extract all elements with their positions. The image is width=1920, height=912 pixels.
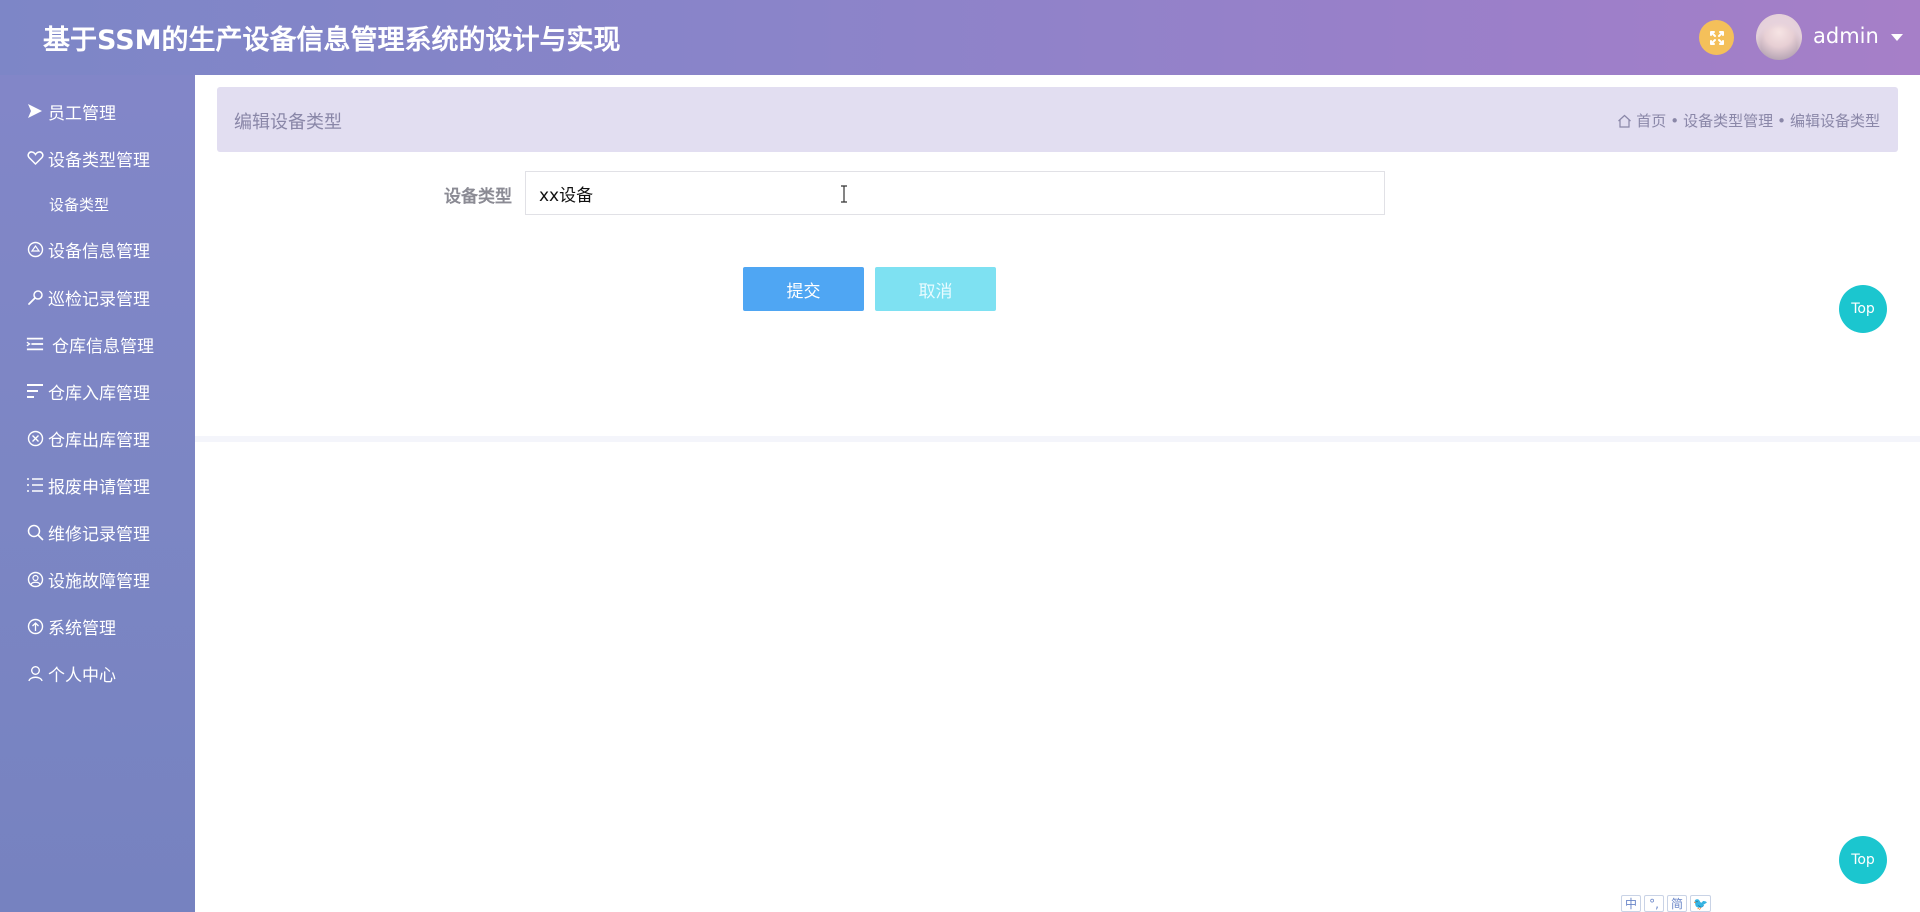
sidebar-item-label: 仓库入库管理 xyxy=(48,383,150,404)
page-title: 编辑设备类型 xyxy=(234,112,342,133)
search-icon xyxy=(26,523,44,541)
back-to-top-button[interactable]: Top xyxy=(1839,285,1887,333)
sidebar-item-label: 个人中心 xyxy=(48,665,116,686)
ime-toolbar: 中 °, 简 🐦 xyxy=(1621,895,1711,912)
user-circle-icon xyxy=(26,570,44,588)
sidebar-item-label: 系统管理 xyxy=(48,618,116,639)
heart-icon xyxy=(26,149,44,167)
device-type-input[interactable] xyxy=(525,171,1385,215)
sidebar-item-profile[interactable]: 个人中心 xyxy=(0,653,195,693)
submenu-item-device-type[interactable]: 设备类型 xyxy=(49,194,109,215)
caret-down-icon[interactable] xyxy=(1891,34,1903,41)
sidebar-item-label: 设备信息管理 xyxy=(48,241,150,262)
ime-punctuation-toggle[interactable]: °, xyxy=(1644,895,1664,912)
sidebar-item-label: 员工管理 xyxy=(48,103,116,124)
sidebar-item-warehouse-in[interactable]: 仓库入库管理 xyxy=(0,371,195,411)
user-icon xyxy=(26,664,44,682)
breadcrumb-separator: • xyxy=(1670,111,1680,130)
main-content: 编辑设备类型 首页 • 设备类型管理 • 编辑设备类型 设备类型 提交 取消 T… xyxy=(195,75,1920,912)
username[interactable]: admin xyxy=(1813,24,1879,48)
badge-icon xyxy=(26,240,44,258)
sidebar-item-device-info[interactable]: 设备信息管理 xyxy=(0,229,195,269)
breadcrumb-separator: • xyxy=(1777,111,1786,130)
arrow-up-circle-icon xyxy=(26,617,44,635)
sidebar-item-label: 设备类型管理 xyxy=(48,150,150,171)
home-icon xyxy=(1618,114,1632,128)
sidebar-item-scrap[interactable]: 报废申请管理 xyxy=(0,465,195,505)
ime-lang-toggle[interactable]: 中 xyxy=(1621,895,1641,912)
sidebar-item-system[interactable]: 系统管理 xyxy=(0,606,195,646)
text-cursor-icon xyxy=(841,185,847,203)
sidebar-item-repair[interactable]: 维修记录管理 xyxy=(0,512,195,552)
app-title: 基于SSM的生产设备信息管理系统的设计与实现 xyxy=(43,25,621,56)
sidebar-item-warehouse-out[interactable]: 仓库出库管理 xyxy=(0,418,195,458)
ime-simplified-toggle[interactable]: 简 xyxy=(1667,895,1687,912)
indent-icon xyxy=(26,335,44,353)
fullscreen-button[interactable] xyxy=(1699,20,1734,55)
sidebar-item-label: 报废申请管理 xyxy=(48,477,150,498)
send-icon xyxy=(26,102,44,120)
circle-close-icon xyxy=(26,429,44,447)
ime-skin-icon[interactable]: 🐦 xyxy=(1690,895,1711,912)
breadcrumb-home[interactable]: 首页 xyxy=(1636,110,1666,131)
cancel-button[interactable]: 取消 xyxy=(875,267,996,311)
sidebar-item-label: 维修记录管理 xyxy=(48,524,150,545)
sidebar-item-fault[interactable]: 设施故障管理 xyxy=(0,559,195,599)
breadcrumb-current: 编辑设备类型 xyxy=(1789,112,1880,130)
top-header: 基于SSM的生产设备信息管理系统的设计与实现 admin xyxy=(0,0,1920,75)
avatar[interactable] xyxy=(1756,14,1802,60)
back-to-top-button[interactable]: Top xyxy=(1839,836,1887,884)
sidebar-item-label: 仓库信息管理 xyxy=(52,336,154,357)
sidebar-item-label: 仓库出库管理 xyxy=(48,430,150,451)
align-left-icon xyxy=(26,382,44,400)
sidebar-item-employee[interactable]: 员工管理 xyxy=(0,91,195,131)
sidebar-item-warehouse-info[interactable]: 仓库信息管理 xyxy=(0,324,195,364)
page-header: 编辑设备类型 首页 • 设备类型管理 • 编辑设备类型 xyxy=(217,87,1898,152)
sidebar-item-label: 巡检记录管理 xyxy=(48,289,150,310)
sidebar: 员工管理 设备类型管理 设备类型 设备信息管理 巡检记录管理 仓库信息管理 仓库… xyxy=(0,75,195,912)
key-icon xyxy=(26,288,44,306)
sidebar-item-label: 设施故障管理 xyxy=(48,571,150,592)
expand-icon xyxy=(1709,30,1724,45)
device-type-label: 设备类型 xyxy=(444,187,512,207)
list-icon xyxy=(26,476,44,494)
breadcrumb-device-type-management[interactable]: 设备类型管理 xyxy=(1683,110,1773,131)
sidebar-item-device-type[interactable]: 设备类型管理 xyxy=(0,138,195,178)
breadcrumb: 首页 • 设备类型管理 • 编辑设备类型 xyxy=(1617,110,1880,131)
sidebar-item-inspection[interactable]: 巡检记录管理 xyxy=(0,277,195,317)
submit-button[interactable]: 提交 xyxy=(743,267,864,311)
